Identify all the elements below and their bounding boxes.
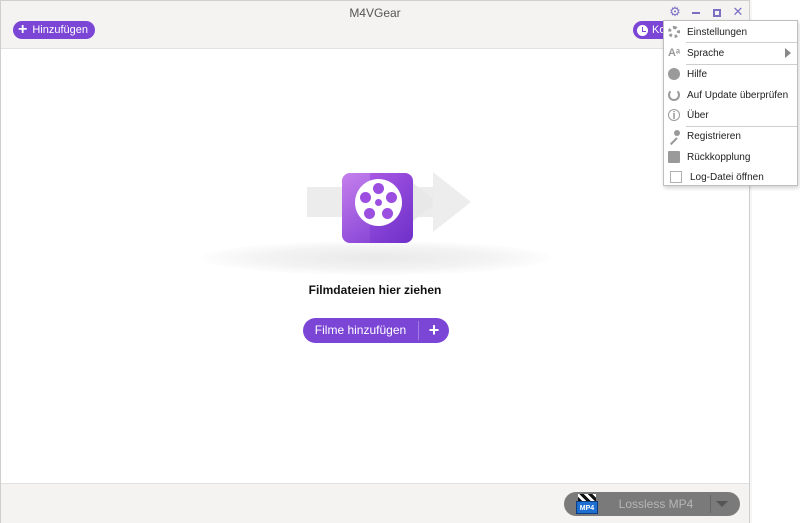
- menu-item-label: Hilfe: [687, 68, 708, 80]
- log-file-icon: [670, 171, 682, 183]
- chevron-down-icon[interactable]: [716, 501, 728, 507]
- film-reel-icon: [355, 179, 402, 226]
- refresh-icon: [668, 89, 680, 101]
- format-divider: [710, 495, 711, 513]
- add-plus-icon[interactable]: +: [419, 318, 449, 343]
- menu-item-label: Auf Update überprüfen: [687, 89, 789, 101]
- help-icon: ?: [668, 68, 680, 80]
- add-films-label: Filme hinzufügen: [314, 323, 407, 337]
- menu-item-check-update[interactable]: Auf Update überprüfen: [664, 85, 797, 105]
- menu-item-language[interactable]: Aᵃ Sprache: [664, 43, 797, 63]
- title-bar: M4VGear + Hinzufügen Kon ⚙ ✕: [1, 1, 749, 49]
- settings-menu: Einstellungen Aᵃ Sprache ? Hilfe Auf Upd…: [663, 20, 798, 186]
- menu-item-register[interactable]: Registrieren: [664, 126, 797, 146]
- output-format-selector[interactable]: MP4 Lossless MP4: [564, 492, 740, 516]
- app-window: M4VGear + Hinzufügen Kon ⚙ ✕ Filmdateien…: [0, 0, 750, 523]
- info-icon: i: [668, 109, 680, 122]
- menu-item-label: Sprache: [687, 47, 725, 59]
- menu-item-settings[interactable]: Einstellungen: [664, 22, 797, 42]
- feedback-icon: [668, 151, 680, 163]
- menu-item-feedback[interactable]: Rückkopplung: [664, 147, 797, 167]
- menu-item-label: Rückkopplung: [687, 151, 751, 163]
- film-reel-logo-icon: [342, 173, 413, 243]
- drop-hint: Filmdateien hier ziehen: [308, 283, 442, 297]
- plus-icon: +: [18, 20, 28, 38]
- drop-shadow-ellipse: [201, 241, 551, 275]
- menu-item-label: Über: [687, 109, 709, 121]
- clock-icon: [637, 24, 648, 36]
- mp4-badge: MP4: [576, 501, 598, 514]
- output-format-label: Lossless MP4: [618, 497, 694, 511]
- menu-item-label: Log-Datei öffnen: [690, 171, 764, 183]
- settings-gear-icon[interactable]: ⚙: [667, 4, 683, 20]
- add-button[interactable]: + Hinzufügen: [13, 21, 95, 39]
- submenu-arrow-icon: [785, 48, 791, 58]
- menu-item-label: Einstellungen: [687, 26, 748, 38]
- drop-area[interactable]: Filmdateien hier ziehen Filme hinzufügen…: [1, 50, 749, 482]
- language-icon: Aᵃ: [668, 47, 681, 59]
- window-title: M4VGear: [349, 6, 401, 20]
- mp4-format-icon: MP4: [576, 494, 598, 515]
- add-films-button[interactable]: Filme hinzufügen +: [303, 318, 449, 343]
- add-button-label: Hinzufügen: [32, 24, 88, 36]
- arrow-head-decoration: [433, 172, 471, 232]
- close-icon[interactable]: ✕: [730, 4, 746, 20]
- bottom-bar: MP4 Lossless MP4: [1, 483, 749, 523]
- menu-item-open-log[interactable]: Log-Datei öffnen: [664, 167, 797, 187]
- gear-icon: [668, 26, 680, 38]
- maximize-icon[interactable]: [709, 4, 725, 20]
- minimize-icon[interactable]: [688, 4, 704, 20]
- key-icon: [668, 130, 680, 142]
- menu-item-help[interactable]: ? Hilfe: [664, 64, 797, 84]
- menu-item-about[interactable]: i Über: [664, 105, 797, 125]
- menu-item-label: Registrieren: [687, 130, 741, 142]
- clapperboard-icon: [578, 494, 596, 501]
